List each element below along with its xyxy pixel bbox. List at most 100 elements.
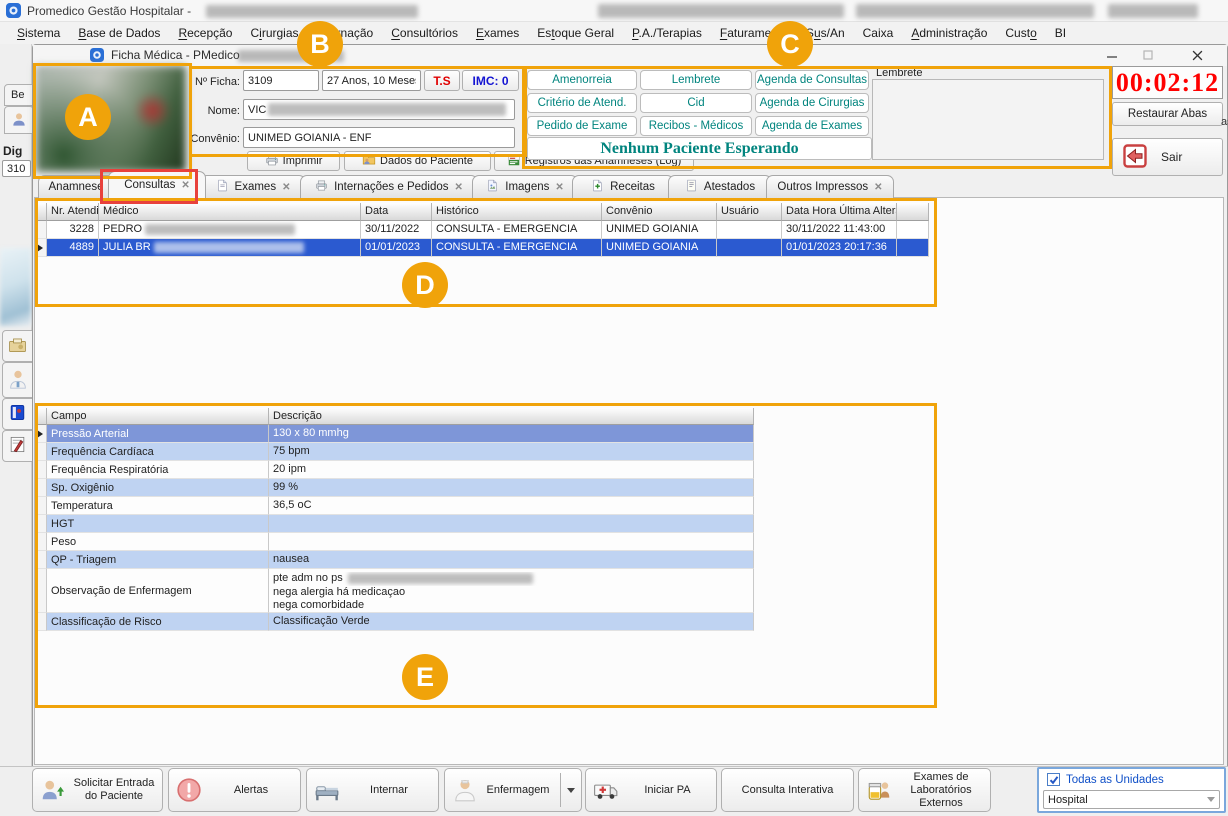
tab-close-icon[interactable]: ✕ [874,182,882,193]
menu-item-internacao[interactable]: Internação [308,22,383,43]
menu-item-sus-an[interactable]: Sus/An [797,22,854,43]
sidebar-tab-records[interactable] [2,330,33,362]
menu-item-bi[interactable]: BI [1046,22,1075,43]
triagem-row[interactable]: Peso [36,533,754,551]
triagem-row[interactable]: QP - Triagemnausea [36,551,754,569]
agenda-de-exames-label: Agenda de Exames [762,120,862,132]
triagem-row[interactable]: Pressão Arterial130 x 80 mmhg [36,425,754,443]
column-header-descricao[interactable]: Descrição [269,408,754,425]
tab-close-icon[interactable]: ✕ [455,182,463,193]
alertas-button[interactable]: Alertas [168,768,301,812]
ts-button[interactable]: T.S [424,70,460,91]
iniciar-pa-label: Iniciar PA [623,784,712,797]
cell-descricao: 99 % [269,479,754,497]
menu-item-base-de-dados[interactable]: Base de Dados [69,22,169,43]
menu-item-caixa[interactable]: Caixa [854,22,903,43]
agenda-de-consultas-button[interactable]: Agenda de Consultas [755,70,869,90]
agenda-de-exames-button[interactable]: Agenda de Exames [755,116,869,136]
column-header-data[interactable]: Data [361,203,432,221]
solicitar-entrada-do-paciente-button[interactable]: Solicitar Entrada do Paciente [32,768,163,812]
tab-close-icon[interactable]: ✕ [555,182,563,193]
sidebar-tab-notes[interactable] [2,430,33,462]
cid-label: Cid [687,97,704,109]
menu-item-recepcao[interactable]: Recepção [169,22,241,43]
minimize-button[interactable] [1096,46,1128,64]
ficha-input[interactable]: 3109 [243,70,319,91]
maximize-button[interactable] [1132,46,1164,64]
column-header-nr-atendim[interactable]: Nr. Atendim [47,203,99,221]
tab-atestados[interactable]: Atestados [668,175,772,198]
restaurar-abas-button[interactable]: Restaurar Abas [1112,102,1223,126]
agenda-de-cirurgias-button[interactable]: Agenda de Cirurgias [755,93,869,113]
descricao-line: nausea [273,553,749,567]
chevron-down-icon[interactable] [567,788,575,793]
tab-close-icon[interactable]: ✕ [181,180,189,191]
pedido-de-exame-button[interactable]: Pedido de Exame [527,116,637,136]
sair-button[interactable]: Sair [1112,138,1223,176]
sidebar-tab-person[interactable] [4,106,34,134]
menu-item-exames[interactable]: Exames [467,22,528,43]
column-header-data-hora-ultima-alteracao[interactable]: Data Hora Última Alteração [782,203,897,221]
tab-consultas[interactable]: Consultas✕ [108,171,206,198]
column-header-usuario[interactable]: Usuário [717,203,782,221]
iniciar-pa-button[interactable]: Iniciar PA [585,768,717,812]
triagem-row[interactable]: Frequência Respiratória20 ipm [36,461,754,479]
gutter-header [36,408,47,425]
tab-exames[interactable]: Exames✕ [200,175,306,198]
image-icon [486,179,499,195]
recibos-medicos-button[interactable]: Recibos - Médicos [640,116,752,136]
unit-select[interactable]: Hospital [1043,790,1220,809]
lembrete-box[interactable] [872,79,1104,160]
units-checkbox[interactable] [1047,773,1060,786]
triagem-row[interactable]: Frequência Cardíaca75 bpm [36,443,754,461]
exames-de-laboratorios-externos-button[interactable]: Exames de Laboratórios Externos [858,768,991,812]
tab-anamnese[interactable]: Anamnese [38,175,114,198]
imc-button[interactable]: IMC: 0 [462,70,519,91]
tab-close-icon[interactable]: ✕ [282,182,290,193]
descricao-line: nega comorbidade [273,599,749,613]
menu-item-administracao[interactable]: Administração [902,22,996,43]
menu-item-cirurgias[interactable]: Cirurgias [241,22,307,43]
tab-receitas[interactable]: Receitas [572,175,674,198]
menu-item-consultorios[interactable]: Consultórios [382,22,467,43]
menu-item-estoque-geral[interactable]: Estoque Geral [528,22,623,43]
triagem-row[interactable]: Temperatura36,5 oC [36,497,754,515]
enfermagem-button[interactable]: Enfermagem [444,768,582,812]
tab-anamnese-label: Anamnese [49,181,104,193]
consultas-row[interactable]: 4889JULIA BR01/01/2023CONSULTA - EMERGEN… [36,239,929,257]
imprimir-button[interactable]: Imprimir [247,151,340,171]
cid-button[interactable]: Cid [640,93,752,113]
tab-internacoes-e-pedidos[interactable]: Internações e Pedidos✕ [300,175,478,198]
amenorreia-button[interactable]: Amenorreia [527,70,637,90]
triagem-row[interactable]: Classificação de RiscoClassificação Verd… [36,613,754,631]
column-header-historico[interactable]: Histórico [432,203,602,221]
nome-input[interactable]: VIC [243,99,515,120]
lembrete-button[interactable]: Lembrete [640,70,752,90]
convenio-input[interactable]: UNIMED GOIANIA - ENF [243,127,515,148]
row-gutter [36,497,47,515]
menu-item-p-a-terapias[interactable]: P.A./Terapias [623,22,711,43]
menu-item-custo[interactable]: Custo [996,22,1045,43]
column-header-medico[interactable]: Médico [99,203,361,221]
menu-item-faturamento[interactable]: Faturamento [711,22,797,43]
close-button[interactable] [1172,46,1222,64]
sidebar-num-input[interactable]: 310 [2,160,31,177]
tab-outros-impressos[interactable]: Outros Impressos✕ [766,175,894,198]
triagem-row[interactable]: Sp. Oxigênio99 % [36,479,754,497]
triagem-row[interactable]: HGT [36,515,754,533]
internar-button[interactable]: Internar [306,768,439,812]
triagem-row[interactable]: Observação de Enfermagempte adm no ps ne… [36,569,754,613]
tab-imagens[interactable]: Imagens✕ [472,175,578,198]
column-header-convenio[interactable]: Convênio [602,203,717,221]
row-gutter [36,479,47,497]
units-checkbox-label[interactable]: Todas as Unidades [1066,774,1164,786]
consultas-row[interactable]: 3228PEDRO30/11/2022CONSULTA - EMERGENCIA… [36,221,929,239]
criterio-de-atend-button[interactable]: Critério de Atend. [527,93,637,113]
consulta-interativa-button[interactable]: Consulta Interativa [721,768,854,812]
column-header-campo[interactable]: Campo [47,408,269,425]
agenda-de-cirurgias-label: Agenda de Cirurgias [760,97,865,109]
menu-item-sistema[interactable]: Sistema [8,22,69,43]
sidebar-tab-book[interactable] [2,398,33,430]
dados-do-paciente-button[interactable]: Dados do Paciente [344,151,491,171]
sidebar-tab-doctor[interactable] [2,362,33,398]
